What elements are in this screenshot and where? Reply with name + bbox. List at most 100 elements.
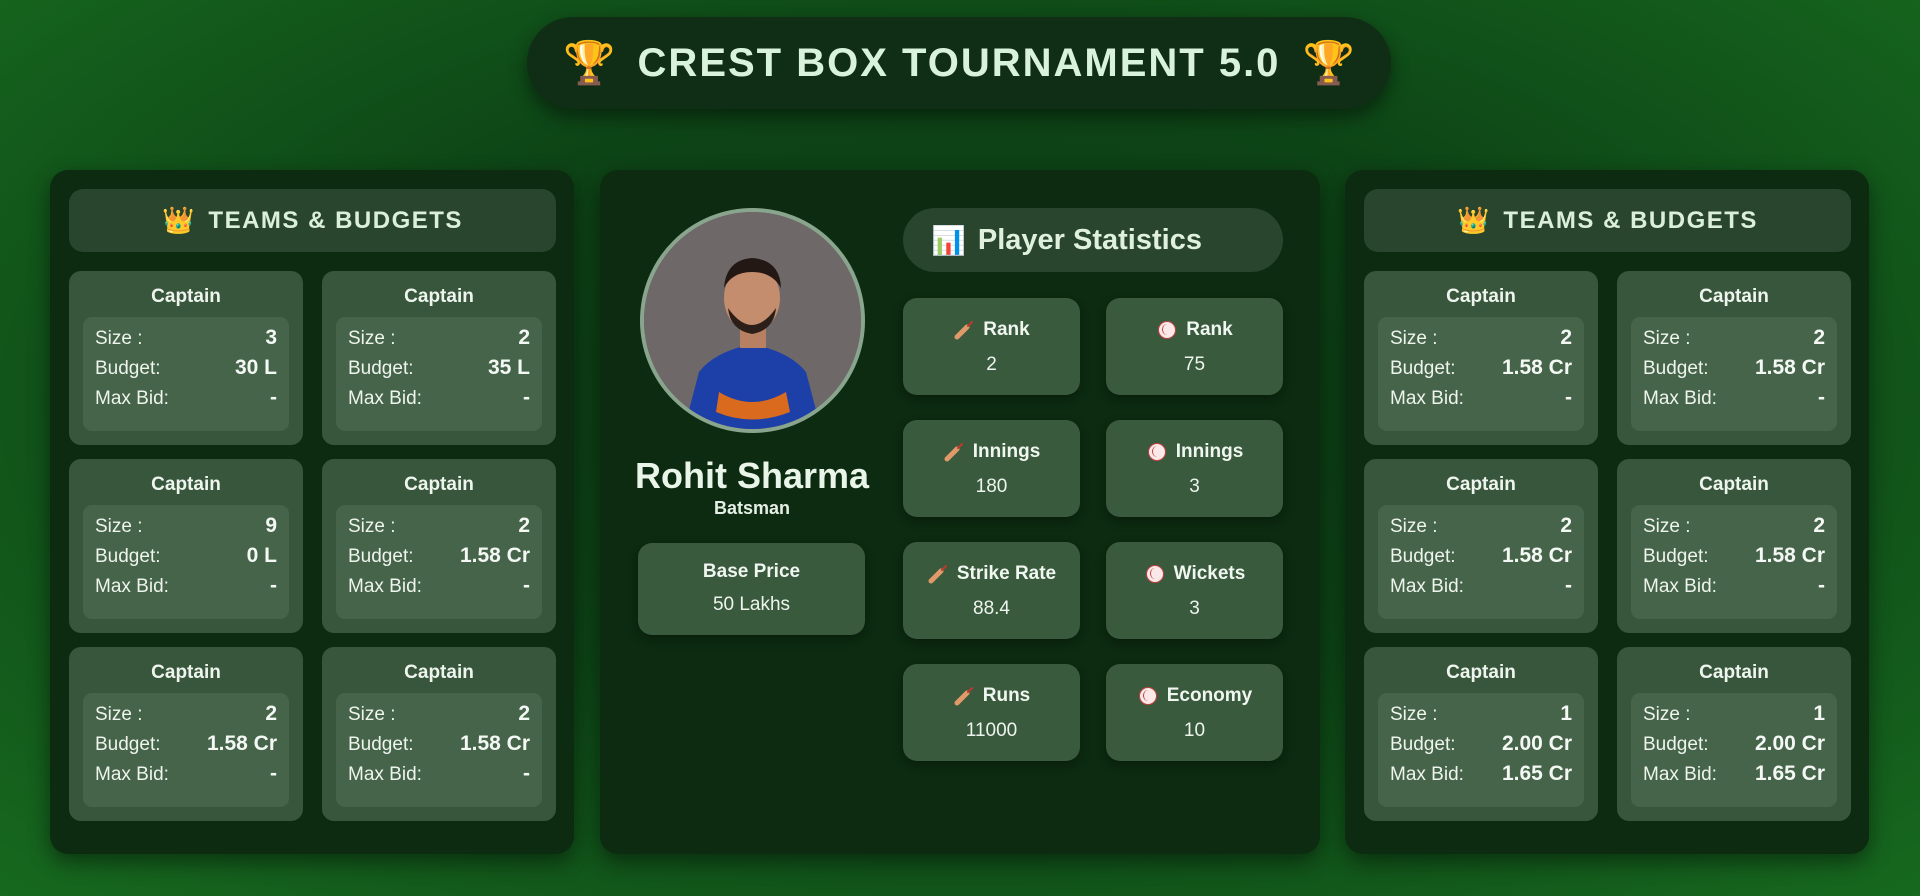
- team-size: 2: [1560, 514, 1572, 537]
- trophy-icon: 🏆: [563, 39, 616, 86]
- cricket-bat-icon: [927, 563, 949, 585]
- stat-card-economy: Economy 10: [1106, 664, 1283, 761]
- team-grid: Captain Size : 3 Budget: 30 L Max Bid: - Ca…: [69, 271, 556, 821]
- team-card[interactable]: Captain Size : 2 Budget: 1.58 Cr Max Bid: -: [322, 647, 556, 821]
- stat-label: Innings: [972, 441, 1041, 462]
- team-size: 2: [1813, 326, 1825, 349]
- size-label: Size :: [95, 704, 143, 725]
- team-max-bid: -: [270, 386, 277, 409]
- team-budget: 1.58 Cr: [459, 732, 530, 755]
- size-label: Size :: [348, 704, 396, 725]
- stat-card-bat-rank: Rank 2: [903, 298, 1080, 395]
- cricket-ball-icon: [1144, 563, 1166, 585]
- team-card[interactable]: Captain Size : 2 Budget: 1.58 Cr Max Bid: -: [1364, 271, 1598, 445]
- max-bid-label: Max Bid:: [1390, 388, 1464, 409]
- max-bid-label: Max Bid:: [1643, 576, 1717, 597]
- team-budget: 30 L: [234, 356, 277, 379]
- team-size: 1: [1560, 702, 1572, 725]
- team-card[interactable]: Captain Size : 2 Budget: 1.58 Cr Max Bid: -: [1617, 459, 1851, 633]
- stat-label: Runs: [982, 685, 1031, 706]
- team-budget: 1.58 Cr: [1754, 544, 1825, 567]
- team-details: Size : 2 Budget: 1.58 Cr Max Bid: -: [336, 505, 542, 619]
- team-card[interactable]: Captain Size : 2 Budget: 1.58 Cr Max Bid: -: [322, 459, 556, 633]
- max-bid-label: Max Bid:: [1643, 388, 1717, 409]
- team-card[interactable]: Captain Size : 3 Budget: 30 L Max Bid: -: [69, 271, 303, 445]
- stat-card-wickets: Wickets 3: [1106, 542, 1283, 639]
- size-label: Size :: [95, 328, 143, 349]
- size-label: Size :: [1390, 328, 1438, 349]
- stat-label: Wickets: [1173, 563, 1246, 584]
- team-budget: 1.58 Cr: [206, 732, 277, 755]
- team-max-bid: -: [1818, 386, 1825, 409]
- max-bid-label: Max Bid:: [1643, 764, 1717, 785]
- trophy-icon: 🏆: [1302, 39, 1355, 86]
- panel-header: 👑 TEAMS & BUDGETS: [69, 189, 556, 252]
- team-details: Size : 2 Budget: 1.58 Cr Max Bid: -: [83, 693, 289, 807]
- player-name: Rohit Sharma: [634, 455, 870, 496]
- max-bid-label: Max Bid:: [95, 576, 169, 597]
- team-max-bid: -: [1818, 574, 1825, 597]
- stat-card-bat-innings: Innings 180: [903, 420, 1080, 517]
- team-size: 2: [265, 702, 277, 725]
- max-bid-label: Max Bid:: [1390, 576, 1464, 597]
- team-details: Size : 2 Budget: 1.58 Cr Max Bid: -: [1631, 505, 1837, 619]
- size-label: Size :: [1390, 704, 1438, 725]
- team-max-bid: -: [1565, 386, 1572, 409]
- crown-icon: 👑: [1457, 205, 1490, 235]
- team-max-bid: -: [523, 574, 530, 597]
- team-max-bid: -: [270, 574, 277, 597]
- player-panel: Rohit Sharma Batsman Base Price 50 Lakhs…: [600, 170, 1320, 854]
- team-size: 2: [518, 326, 530, 349]
- max-bid-label: Max Bid:: [348, 576, 422, 597]
- team-details: Size : 3 Budget: 30 L Max Bid: -: [83, 317, 289, 431]
- teams-budgets-panel-left: 👑 TEAMS & BUDGETS Captain Size : 3 Budget…: [50, 170, 574, 854]
- stats-title: Player Statistics: [977, 223, 1202, 256]
- size-label: Size :: [95, 516, 143, 537]
- stat-card-bowl-innings: Innings 3: [1106, 420, 1283, 517]
- stat-label: Economy: [1166, 685, 1253, 706]
- player-photo-icon: [644, 212, 861, 429]
- cricket-ball-icon: [1137, 685, 1159, 707]
- team-card[interactable]: Captain Size : 1 Budget: 2.00 Cr Max Bid: 1…: [1617, 647, 1851, 821]
- team-name: Captain: [151, 662, 221, 683]
- teams-budgets-panel-right: 👑 TEAMS & BUDGETS Captain Size : 2 Budget…: [1345, 170, 1869, 854]
- team-grid: Captain Size : 2 Budget: 1.58 Cr Max Bid: -…: [1364, 271, 1851, 821]
- stats-grid: Rank 2 Rank 75 Innings 180 Innings 3 Str…: [903, 298, 1283, 761]
- size-label: Size :: [1643, 516, 1691, 537]
- team-card[interactable]: Captain Size : 2 Budget: 1.58 Cr Max Bid: -: [1617, 271, 1851, 445]
- team-size: 2: [518, 514, 530, 537]
- team-name: Captain: [1699, 474, 1769, 495]
- team-max-bid: -: [270, 762, 277, 785]
- budget-label: Budget:: [1643, 358, 1709, 379]
- team-max-bid: 1.65 Cr: [1754, 762, 1825, 785]
- budget-label: Budget:: [348, 358, 414, 379]
- team-size: 1: [1813, 702, 1825, 725]
- team-name: Captain: [151, 474, 221, 495]
- stat-value: 75: [1183, 354, 1206, 375]
- team-card[interactable]: Captain Size : 2 Budget: 1.58 Cr Max Bid: -: [1364, 459, 1598, 633]
- max-bid-label: Max Bid:: [95, 388, 169, 409]
- max-bid-label: Max Bid:: [348, 764, 422, 785]
- team-card[interactable]: Captain Size : 9 Budget: 0 L Max Bid: -: [69, 459, 303, 633]
- team-details: Size : 2 Budget: 1.58 Cr Max Bid: -: [336, 693, 542, 807]
- team-budget: 35 L: [487, 356, 530, 379]
- budget-label: Budget:: [1390, 734, 1456, 755]
- base-price-value: 50 Lakhs: [712, 594, 791, 615]
- team-card[interactable]: Captain Size : 2 Budget: 1.58 Cr Max Bid: -: [69, 647, 303, 821]
- team-card[interactable]: Captain Size : 1 Budget: 2.00 Cr Max Bid: 1…: [1364, 647, 1598, 821]
- team-name: Captain: [404, 474, 474, 495]
- stat-value: 88.4: [973, 598, 1010, 619]
- size-label: Size :: [348, 516, 396, 537]
- tournament-title-bar: 🏆 CREST BOX TOURNAMENT 5.0 🏆: [527, 17, 1391, 109]
- team-size: 2: [518, 702, 530, 725]
- team-budget: 1.58 Cr: [1754, 356, 1825, 379]
- budget-label: Budget:: [95, 546, 161, 567]
- team-name: Captain: [404, 662, 474, 683]
- size-label: Size :: [348, 328, 396, 349]
- team-name: Captain: [1446, 662, 1516, 683]
- team-card[interactable]: Captain Size : 2 Budget: 35 L Max Bid: -: [322, 271, 556, 445]
- panel-header: 👑 TEAMS & BUDGETS: [1364, 189, 1851, 252]
- team-details: Size : 2 Budget: 1.58 Cr Max Bid: -: [1378, 317, 1584, 431]
- team-name: Captain: [1446, 286, 1516, 307]
- team-size: 2: [1813, 514, 1825, 537]
